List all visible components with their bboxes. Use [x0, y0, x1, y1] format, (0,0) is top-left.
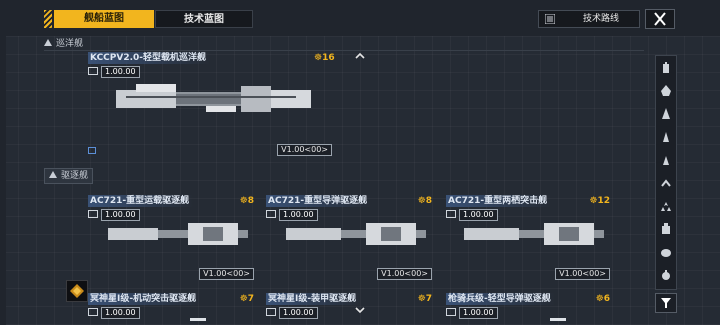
ship-title: 枪骑兵级-轻型导弹驱逐舰	[446, 293, 555, 305]
ship-model-image	[116, 84, 311, 112]
chevron-up-icon[interactable]	[354, 52, 366, 60]
tab-ship-blueprint[interactable]: 舰船蓝图	[54, 10, 154, 28]
support-icon	[662, 223, 670, 234]
version-tag: V1.00<00>	[277, 144, 332, 156]
carrier-icon	[663, 62, 669, 73]
blueprint-icon	[88, 308, 98, 316]
version-tag: V1.00<00>	[377, 268, 432, 280]
ship-cost: ☸12	[589, 196, 610, 206]
scroll-indicator	[190, 318, 206, 321]
filter-icon	[661, 298, 671, 308]
version-label: 1.00.00	[88, 66, 140, 78]
ship-class-sidebar	[655, 55, 677, 290]
utility-icon	[661, 249, 671, 257]
ship-cost: ☸7	[239, 294, 254, 304]
version-tag: V1.00<00>	[555, 268, 610, 280]
battleship-icon	[661, 85, 671, 96]
sidebar-item-support[interactable]	[656, 219, 676, 239]
ship-cost: ☸16	[314, 53, 335, 63]
sidebar-item-cruiser[interactable]	[656, 104, 676, 124]
ship-title: AC721-重型导弹驱逐舰	[266, 195, 372, 207]
sidebar-item-corvette[interactable]	[656, 173, 676, 193]
cost-icon: ☸	[239, 294, 248, 304]
tech-route-label: 技术路线	[583, 14, 620, 24]
ship-cost: ☸8	[417, 196, 432, 206]
ship-title: AC721-重型运载驱逐舰	[88, 195, 194, 207]
cost-icon: ☸	[239, 196, 248, 206]
sidebar-item-fighter[interactable]	[656, 196, 676, 216]
ship-card-ac721-missile[interactable]: AC721-重型导弹驱逐舰 ☸8 1.00.00 V1.00<00>	[266, 195, 432, 280]
ship-cost: ☸6	[595, 294, 610, 304]
chevron-down-icon[interactable]	[354, 306, 366, 314]
blueprint-icon	[88, 67, 98, 75]
ship-title: KCCPV2.0-轻型载机巡洋舰	[88, 52, 211, 64]
ship-card-pluto-armor[interactable]: 冥神星I级-装甲驱逐舰 ☸7 1.00.00	[266, 293, 432, 323]
version-label: 1.00.00	[88, 307, 140, 319]
ship-title: 冥神星I级-装甲驱逐舰	[266, 293, 361, 305]
close-icon	[654, 12, 666, 26]
sidebar-item-utility[interactable]	[656, 242, 676, 262]
sidebar-item-special[interactable]	[656, 265, 676, 285]
cost-icon: ☸	[314, 53, 323, 63]
cruiser-icon	[662, 108, 670, 119]
top-bar: 舰船蓝图 技术蓝图 技术路线	[0, 0, 720, 36]
ship-title: AC721-重型两栖突击舰	[446, 195, 552, 207]
version-label: 1.00.00	[446, 307, 498, 319]
scroll-indicator	[550, 318, 566, 321]
section-divider	[44, 50, 644, 51]
sidebar-item-battleship[interactable]	[656, 81, 676, 101]
ship-card-ac721-amphibious[interactable]: AC721-重型两栖突击舰 ☸12 1.00.00 V1.00<00>	[446, 195, 610, 280]
ship-card-kccpv2[interactable]: KCCPV2.0-轻型载机巡洋舰 ☸16 1.00.00 V1.00<00>	[88, 52, 336, 158]
section-header-cruiser[interactable]: 巡洋舰	[44, 37, 644, 51]
tech-route-button[interactable]: 技术路线	[538, 10, 640, 28]
collapse-triangle-icon	[44, 39, 52, 46]
sidebar-item-destroyer[interactable]	[656, 127, 676, 147]
section-title-cruiser: 巡洋舰	[56, 39, 84, 49]
tab-tech-blueprint[interactable]: 技术蓝图	[155, 10, 253, 28]
sidebar-item-carrier[interactable]	[656, 58, 676, 78]
ship-card-lancer-missile[interactable]: 枪骑兵级-轻型导弹驱逐舰 ☸6 1.00.00	[446, 293, 610, 323]
cost-icon: ☸	[595, 294, 604, 304]
sidebar-item-frigate[interactable]	[656, 150, 676, 170]
ship-cost: ☸8	[239, 196, 254, 206]
ship-model-image	[108, 223, 248, 245]
ship-model-image	[464, 223, 604, 245]
commander-avatar[interactable]	[66, 280, 88, 302]
special-icon	[662, 270, 670, 280]
blueprint-icon	[88, 210, 98, 218]
fighter-icon	[661, 202, 671, 211]
version-label: 1.00.00	[88, 209, 140, 221]
ship-title: 冥神星I级-机动突击驱逐舰	[88, 293, 201, 305]
blueprint-icon	[266, 210, 276, 218]
version-tag: V1.00<00>	[199, 268, 254, 280]
ship-card-ac721-carrier[interactable]: AC721-重型运载驱逐舰 ☸8 1.00.00 V1.00<00>	[88, 195, 254, 280]
corvette-icon	[661, 179, 671, 187]
ship-card-pluto-assault[interactable]: 冥神星I级-机动突击驱逐舰 ☸7 1.00.00	[88, 293, 254, 323]
rank-badge-icon	[88, 147, 96, 154]
emblem-icon	[70, 284, 84, 298]
version-label: 1.00.00	[446, 209, 498, 221]
list-icon	[545, 14, 555, 24]
warning-stripe-decoration	[44, 10, 52, 28]
section-title-destroyer: 驱逐舰	[61, 171, 89, 181]
version-label: 1.00.00	[266, 209, 318, 221]
blueprint-icon	[446, 308, 456, 316]
section-header-destroyer[interactable]: 驱逐舰	[44, 168, 94, 184]
close-button[interactable]	[645, 9, 675, 29]
ship-model-image	[286, 223, 426, 245]
blueprint-icon	[446, 210, 456, 218]
ship-cost: ☸7	[417, 294, 432, 304]
cost-icon: ☸	[417, 294, 426, 304]
version-label: 1.00.00	[266, 307, 318, 319]
filter-button[interactable]	[655, 293, 677, 313]
cost-icon: ☸	[417, 196, 426, 206]
frigate-icon	[663, 156, 669, 165]
destroyer-icon	[663, 132, 669, 142]
blueprint-icon	[266, 308, 276, 316]
left-edge-panel	[0, 36, 6, 325]
collapse-triangle-icon	[49, 171, 57, 178]
